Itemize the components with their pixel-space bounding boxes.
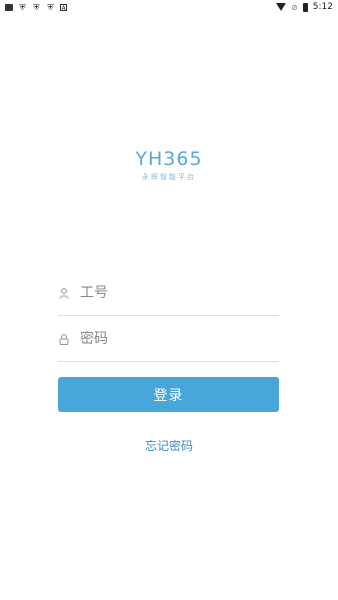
shield-icon: ⛨: [33, 2, 40, 12]
employee-id-field[interactable]: [58, 271, 279, 316]
shield-icon: ⛨: [19, 2, 26, 12]
status-right-icons: ⊘ 5:12: [276, 2, 333, 12]
user-icon: [58, 287, 70, 299]
status-bar: ⛨ ⛨ ⛨ A ⊘ 5:12: [0, 0, 338, 14]
forgot-password-link[interactable]: 忘记密码: [0, 437, 338, 454]
app-logo-subtitle: 永辉智能平台: [142, 173, 196, 181]
login-button[interactable]: 登录: [58, 377, 279, 412]
password-input[interactable]: [80, 331, 260, 347]
status-time: 5:12: [312, 2, 333, 12]
status-left-icons: ⛨ ⛨ ⛨ A: [5, 3, 67, 12]
battery-icon: [302, 2, 308, 12]
employee-id-input[interactable]: [80, 285, 260, 301]
gallery-icon: [5, 3, 13, 11]
app-icon: A: [60, 3, 67, 12]
shield-icon: ⛨: [47, 2, 54, 12]
no-sim-icon: ⊘: [291, 2, 298, 12]
wifi-icon: [276, 3, 287, 11]
lock-icon: [58, 333, 70, 345]
app-logo: YH365: [135, 148, 203, 170]
password-field[interactable]: [58, 317, 279, 362]
